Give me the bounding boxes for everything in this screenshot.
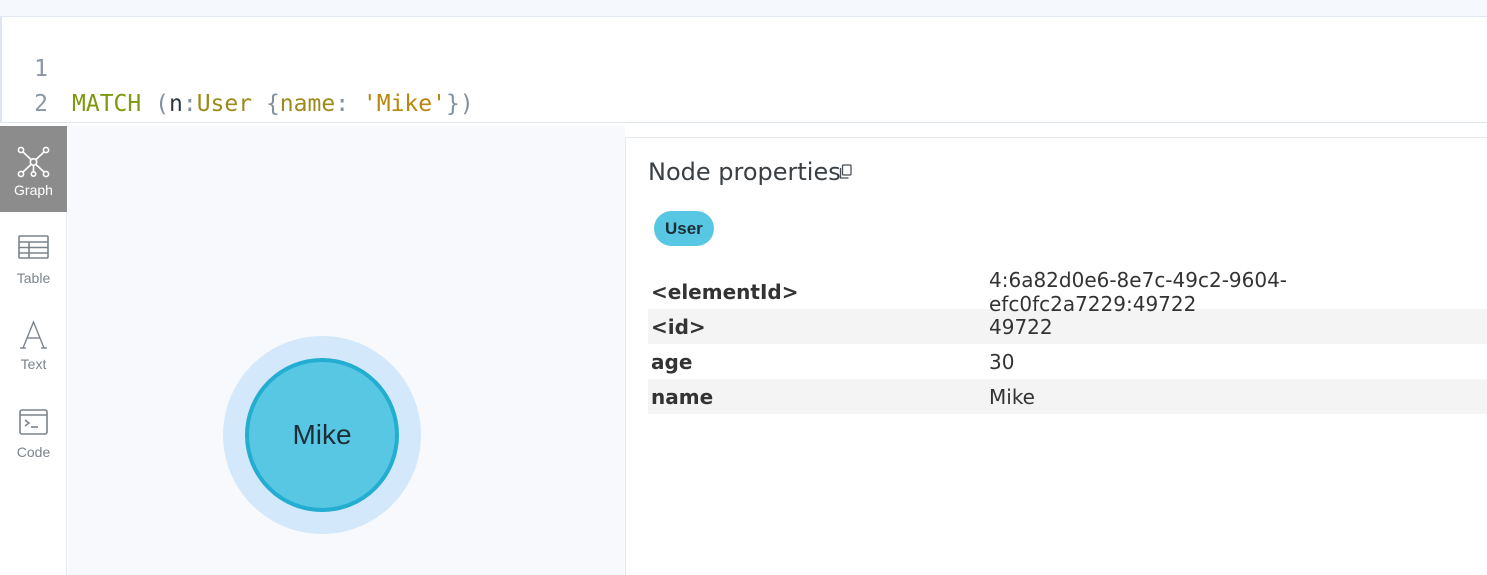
property-key: <elementId> (651, 279, 799, 304)
property-key: age (651, 349, 693, 374)
code-icon (19, 409, 48, 435)
sidebar-item-code[interactable]: Code (0, 388, 67, 474)
property-row: <id> 49722 (648, 309, 1487, 344)
sidebar-item-label: Graph (14, 182, 53, 198)
sidebar-item-table[interactable]: Table (0, 214, 67, 300)
panel-title: Node properties (648, 158, 841, 186)
top-strip (0, 0, 1487, 17)
property-key: <id> (651, 314, 706, 339)
property-row: name Mike (648, 379, 1487, 414)
property-key: name (651, 384, 714, 409)
view-sidebar: Graph Table Text Code (0, 126, 67, 575)
property-value: 4:6a82d0e6-8e7c-49c2-9604-efc0fc2a7229:4… (989, 267, 1288, 316)
text-icon (20, 320, 47, 349)
table-icon (18, 235, 49, 259)
property-row: <elementId> 4:6a82d0e6-8e7c-49c2-9604-ef… (648, 268, 1487, 316)
graph-node[interactable]: Mike (245, 358, 399, 512)
properties-table: <elementId> 4:6a82d0e6-8e7c-49c2-9604-ef… (648, 268, 1487, 414)
sidebar-item-graph[interactable]: Graph (0, 126, 67, 212)
query-editor[interactable]: 1 MATCH (n:User {name: 'Mike'}) 2 RETURN… (0, 17, 1487, 152)
property-value: 49722 (989, 314, 1053, 339)
sidebar-item-label: Table (16, 270, 51, 286)
sidebar-item-text[interactable]: Text (0, 300, 67, 386)
code-line-2: 2 RETURN n (2, 52, 1487, 152)
sidebar-item-label: Code (16, 444, 51, 460)
node-label-badge[interactable]: User (654, 211, 714, 246)
copy-icon[interactable] (838, 164, 852, 180)
node-properties-panel: Node properties User <elementId> 4:6a82d… (625, 137, 1487, 575)
property-row: age 30 (648, 344, 1487, 379)
sidebar-item-label: Text (20, 356, 47, 372)
graph-canvas[interactable]: Mike (68, 126, 625, 575)
node-selection-halo: Mike (223, 336, 421, 534)
code-line-3: 3 (2, 85, 1487, 150)
property-value: 30 (989, 349, 1015, 374)
property-value: Mike (989, 384, 1035, 409)
code-line-1: 1 MATCH (n:User {name: 'Mike'}) (2, 17, 1487, 117)
graph-icon (17, 146, 50, 178)
node-caption: Mike (292, 419, 352, 450)
